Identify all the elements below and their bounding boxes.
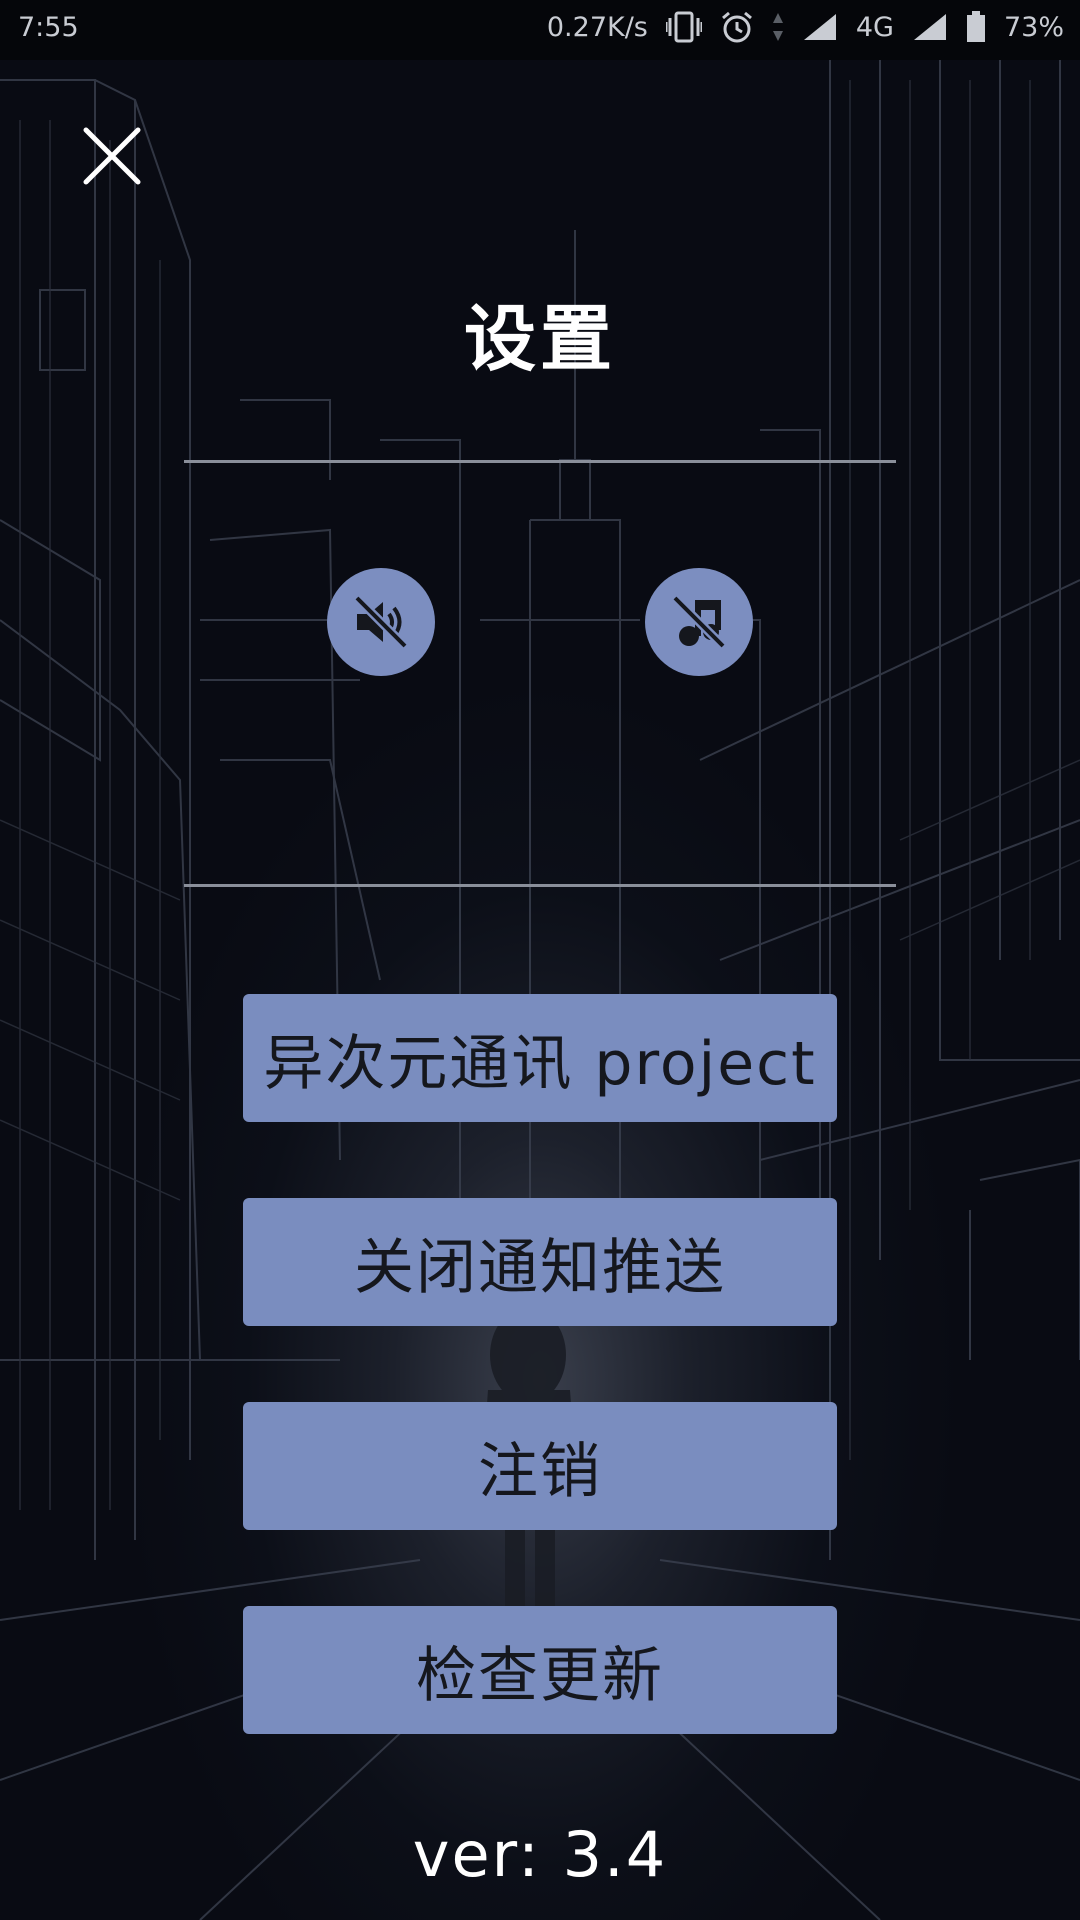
net-speed: 0.27K/s: [546, 11, 648, 43]
divider-bottom: [184, 884, 896, 887]
check-update-label: 检查更新: [416, 1640, 664, 1711]
divider-top: [184, 460, 896, 463]
music-toggle-button[interactable]: [645, 568, 753, 676]
logout-button[interactable]: 注销: [243, 1402, 837, 1530]
status-time: 7:55: [18, 12, 79, 43]
logout-label: 注销: [478, 1436, 602, 1507]
version-label: ver: 3.4: [412, 1818, 668, 1891]
settings-screen: 7:55 0.27K/s 4G 73% 设置 异次元通讯 project 关闭通…: [0, 0, 1080, 1920]
data-arrows-icon: [772, 13, 783, 41]
status-bar: 7:55 0.27K/s 4G 73%: [0, 0, 1080, 60]
sound-off-icon: [353, 594, 409, 650]
network-type: 4G: [855, 11, 894, 43]
disable-notifications-button[interactable]: 关闭通知推送: [243, 1198, 837, 1326]
project-button[interactable]: 异次元通讯 project: [243, 994, 837, 1122]
check-update-button[interactable]: 检查更新: [243, 1606, 837, 1734]
close-icon[interactable]: [78, 122, 146, 190]
vibrate-icon: [665, 11, 702, 43]
project-button-label: 异次元通讯 project: [263, 1028, 817, 1099]
signal-icon: [913, 14, 946, 40]
music-off-icon: [671, 594, 727, 650]
signal-icon: [803, 14, 836, 40]
alarm-icon: [721, 11, 752, 43]
status-icons: 0.27K/s 4G 73%: [547, 10, 1064, 44]
page-title: 设置: [463, 297, 616, 381]
battery-icon: [966, 11, 985, 42]
sound-toggle-button[interactable]: [327, 568, 435, 676]
disable-notifications-label: 关闭通知推送: [354, 1232, 726, 1303]
battery-percent: 73%: [1003, 11, 1064, 43]
